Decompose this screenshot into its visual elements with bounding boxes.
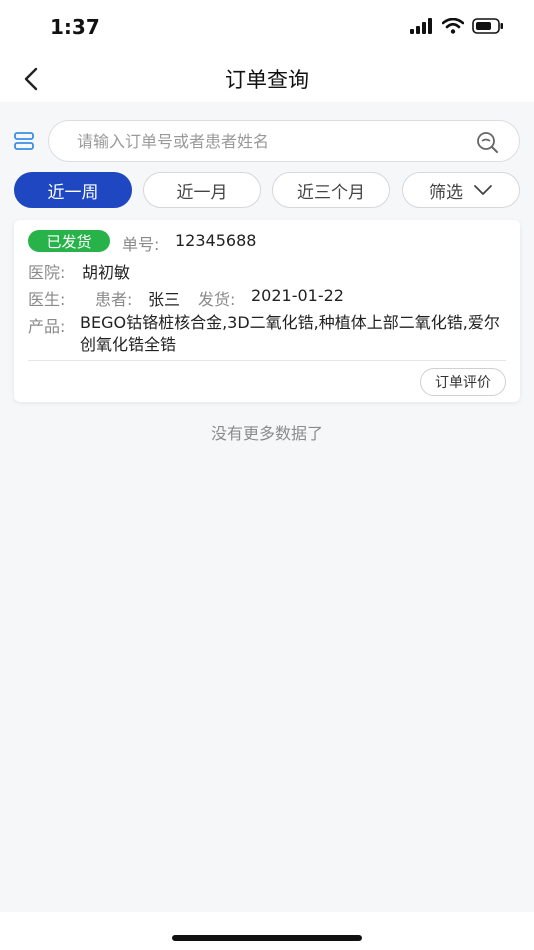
filter-row: 近一周 近一月 近三个月 筛选 — [0, 172, 534, 208]
status-bar: 1:37 — [0, 0, 534, 56]
status-time: 1:37 — [50, 15, 100, 39]
ship-date: 2021-01-22 — [251, 286, 344, 305]
patient-label: 患者: — [95, 290, 133, 309]
filter-label: 近一周 — [47, 182, 99, 203]
navigation-bar: 订单查询 — [0, 56, 534, 102]
patient-value: 张三 — [148, 290, 181, 309]
filter-label: 近一月 — [176, 182, 228, 203]
status-icons — [410, 18, 504, 34]
order-number: 12345688 — [175, 231, 257, 250]
filter-last-month[interactable]: 近一月 — [143, 172, 261, 208]
product-list: BEGO钴铬桩核合金,3D二氧化锆,种植体上部二氧化锆,爱尔创氧化锆全锆 — [80, 313, 500, 354]
wifi-icon — [442, 18, 464, 34]
hospital-label: 医院: — [28, 263, 66, 282]
search-input[interactable] — [77, 121, 457, 161]
bottom-bar — [0, 912, 534, 950]
home-indicator — [172, 935, 362, 941]
order-review-button[interactable]: 订单评价 — [420, 368, 506, 396]
ship-date-label: 发货: — [198, 290, 236, 309]
filter-dropdown[interactable]: 筛选 — [402, 172, 520, 208]
filter-last-week[interactable]: 近一周 — [14, 172, 132, 208]
search-box — [48, 120, 520, 162]
search-icon[interactable] — [475, 130, 499, 154]
filter-label: 近三个月 — [297, 182, 365, 203]
divider — [28, 360, 506, 361]
page-title: 订单查询 — [225, 68, 309, 92]
no-more-data-text: 没有更多数据了 — [210, 424, 323, 443]
filter-label: 筛选 — [429, 182, 463, 203]
signal-icon — [410, 18, 432, 34]
order-number-label: 单号: — [122, 235, 160, 254]
order-card[interactable]: 已发货 单号: 12345688 医院: 胡初敏 医生: 患者: 张三 发货: … — [14, 220, 520, 402]
product-label: 产品: — [28, 317, 66, 336]
filter-last-three-months[interactable]: 近三个月 — [272, 172, 390, 208]
scan-icon[interactable] — [13, 130, 35, 152]
battery-icon — [472, 18, 503, 34]
chevron-down-icon — [474, 185, 492, 195]
doctor-label: 医生: — [28, 290, 66, 309]
status-badge: 已发货 — [28, 230, 110, 252]
hospital-value: 胡初敏 — [82, 263, 131, 282]
search-row — [0, 118, 534, 164]
